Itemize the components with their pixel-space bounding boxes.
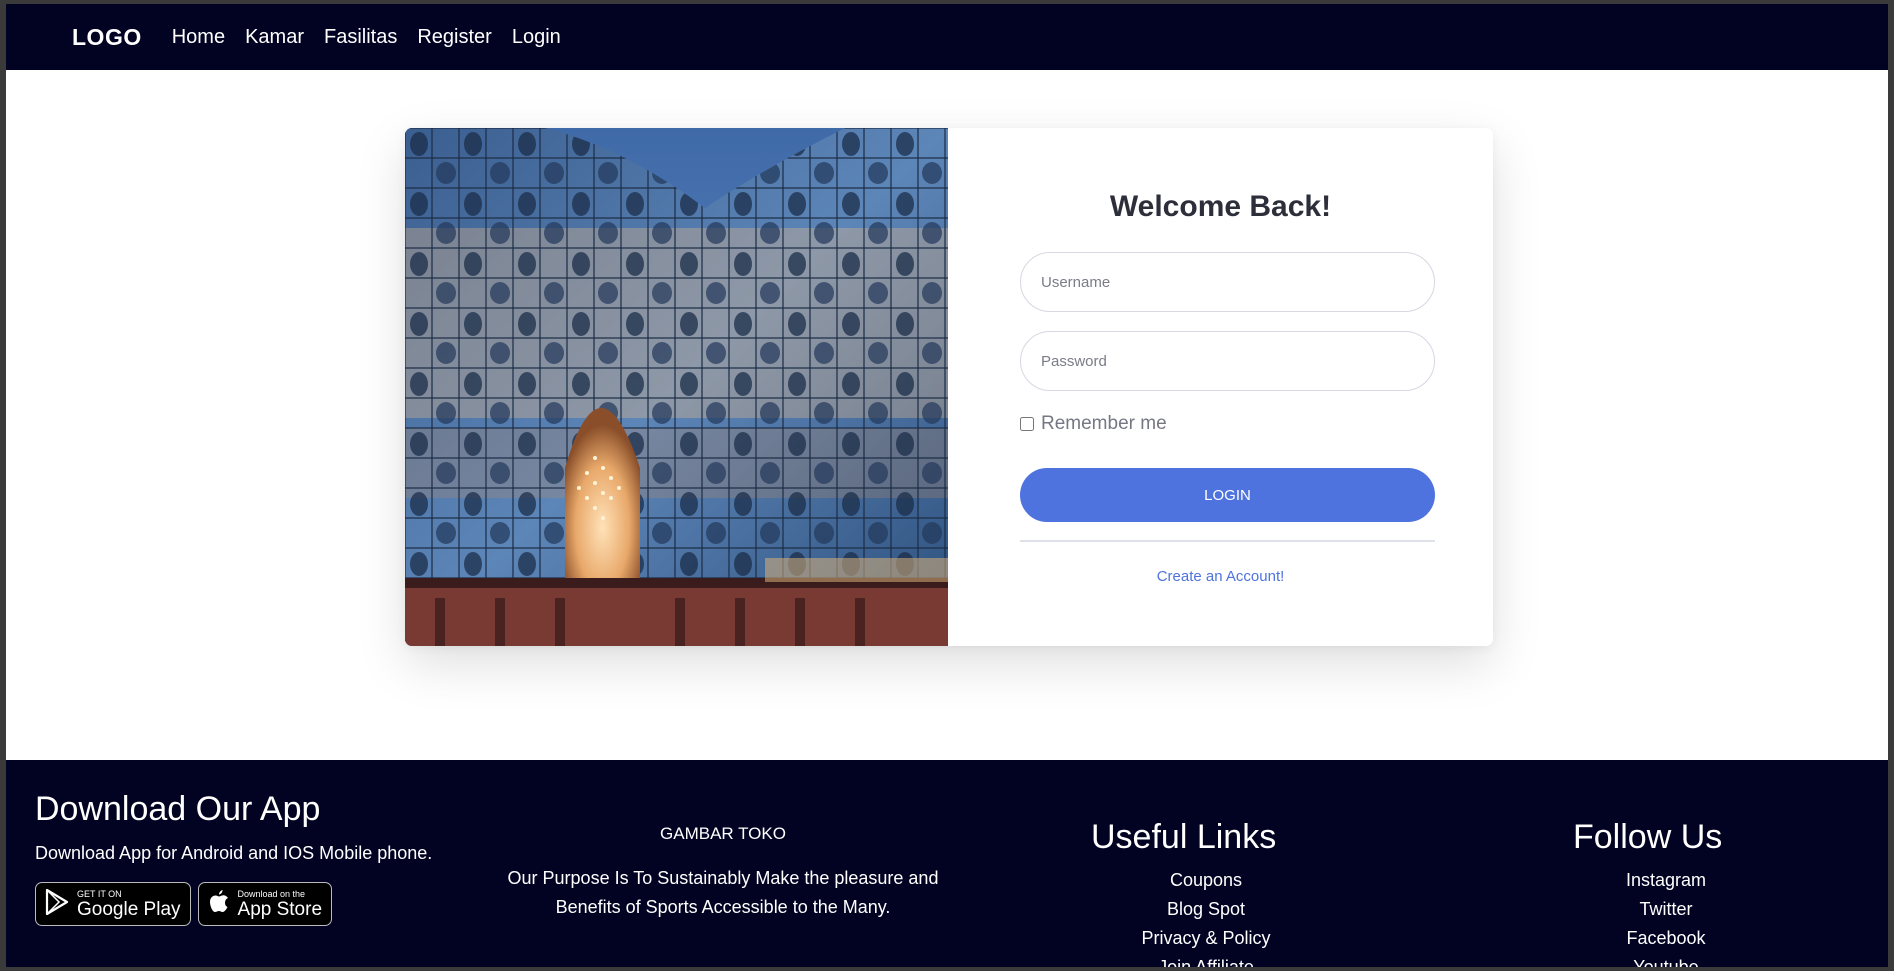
google-play-small: GET IT ON: [77, 888, 122, 899]
login-button[interactable]: LOGIN: [1020, 468, 1435, 522]
remember-me[interactable]: Remember me: [1020, 413, 1167, 435]
remember-me-checkbox[interactable]: [1020, 417, 1034, 431]
brand-section: GAMBAR TOKO Our Purpose Is To Sustainabl…: [503, 824, 943, 922]
welcome-title: Welcome Back!: [1109, 190, 1332, 223]
useful-links-title: Useful Links: [1091, 818, 1277, 856]
nav-link-fasilitas[interactable]: Fasilitas: [324, 26, 397, 49]
google-play-badge[interactable]: GET IT ON Google Play: [35, 882, 191, 926]
remember-me-label: Remember me: [1041, 413, 1167, 434]
download-app-section: Download Our App Download App for Androi…: [35, 790, 432, 926]
navbar: LOGO Home Kamar Fasilitas Register Login: [6, 4, 1888, 70]
login-card: Welcome Back! Remember me LOGIN Create a…: [405, 128, 1493, 646]
useful-links-section: Useful Links Coupons Blog Spot Privacy &…: [1091, 818, 1321, 967]
follow-us-section: Follow Us Instagram Twitter Facebook You…: [1573, 818, 1773, 967]
app-store-badge[interactable]: Download on the App Store: [197, 882, 333, 926]
link-instagram[interactable]: Instagram: [1573, 866, 1759, 895]
link-facebook[interactable]: Facebook: [1573, 924, 1759, 953]
link-coupons[interactable]: Coupons: [1091, 866, 1321, 895]
app-store-small: Download on the: [237, 888, 306, 899]
play-store-icon: [45, 888, 69, 920]
create-account-link[interactable]: Create an Account!: [948, 568, 1493, 585]
download-title: Download Our App: [35, 790, 321, 828]
link-youtube[interactable]: Youtube: [1573, 953, 1759, 967]
username-field[interactable]: [1020, 252, 1435, 312]
brand-description: Our Purpose Is To Sustainably Make the p…: [507, 868, 939, 917]
browser-viewport: LOGO Home Kamar Fasilitas Register Login: [6, 4, 1888, 967]
follow-us-title: Follow Us: [1573, 818, 1723, 856]
logo[interactable]: LOGO: [72, 24, 142, 51]
login-form: Welcome Back! Remember me LOGIN Create a…: [948, 128, 1493, 646]
password-field[interactable]: [1020, 331, 1435, 391]
link-privacy-policy[interactable]: Privacy & Policy: [1091, 924, 1321, 953]
building-photo: [405, 128, 948, 646]
nav-link-kamar[interactable]: Kamar: [245, 26, 304, 49]
link-join-affiliate[interactable]: Join Affiliate: [1091, 953, 1321, 967]
link-blog-spot[interactable]: Blog Spot: [1091, 895, 1321, 924]
nav-link-register[interactable]: Register: [417, 26, 491, 49]
nav-link-login[interactable]: Login: [512, 26, 561, 49]
apple-icon: [208, 889, 230, 920]
divider: [1020, 540, 1435, 542]
app-store-big: App Store: [237, 898, 323, 920]
download-subtitle: Download App for Android and IOS Mobile …: [35, 843, 433, 863]
footer: Download Our App Download App for Androi…: [6, 760, 1888, 967]
link-twitter[interactable]: Twitter: [1573, 895, 1759, 924]
google-play-big: Google Play: [77, 898, 181, 920]
brand-name: GAMBAR TOKO: [660, 824, 786, 843]
nav-link-home[interactable]: Home: [172, 26, 225, 49]
